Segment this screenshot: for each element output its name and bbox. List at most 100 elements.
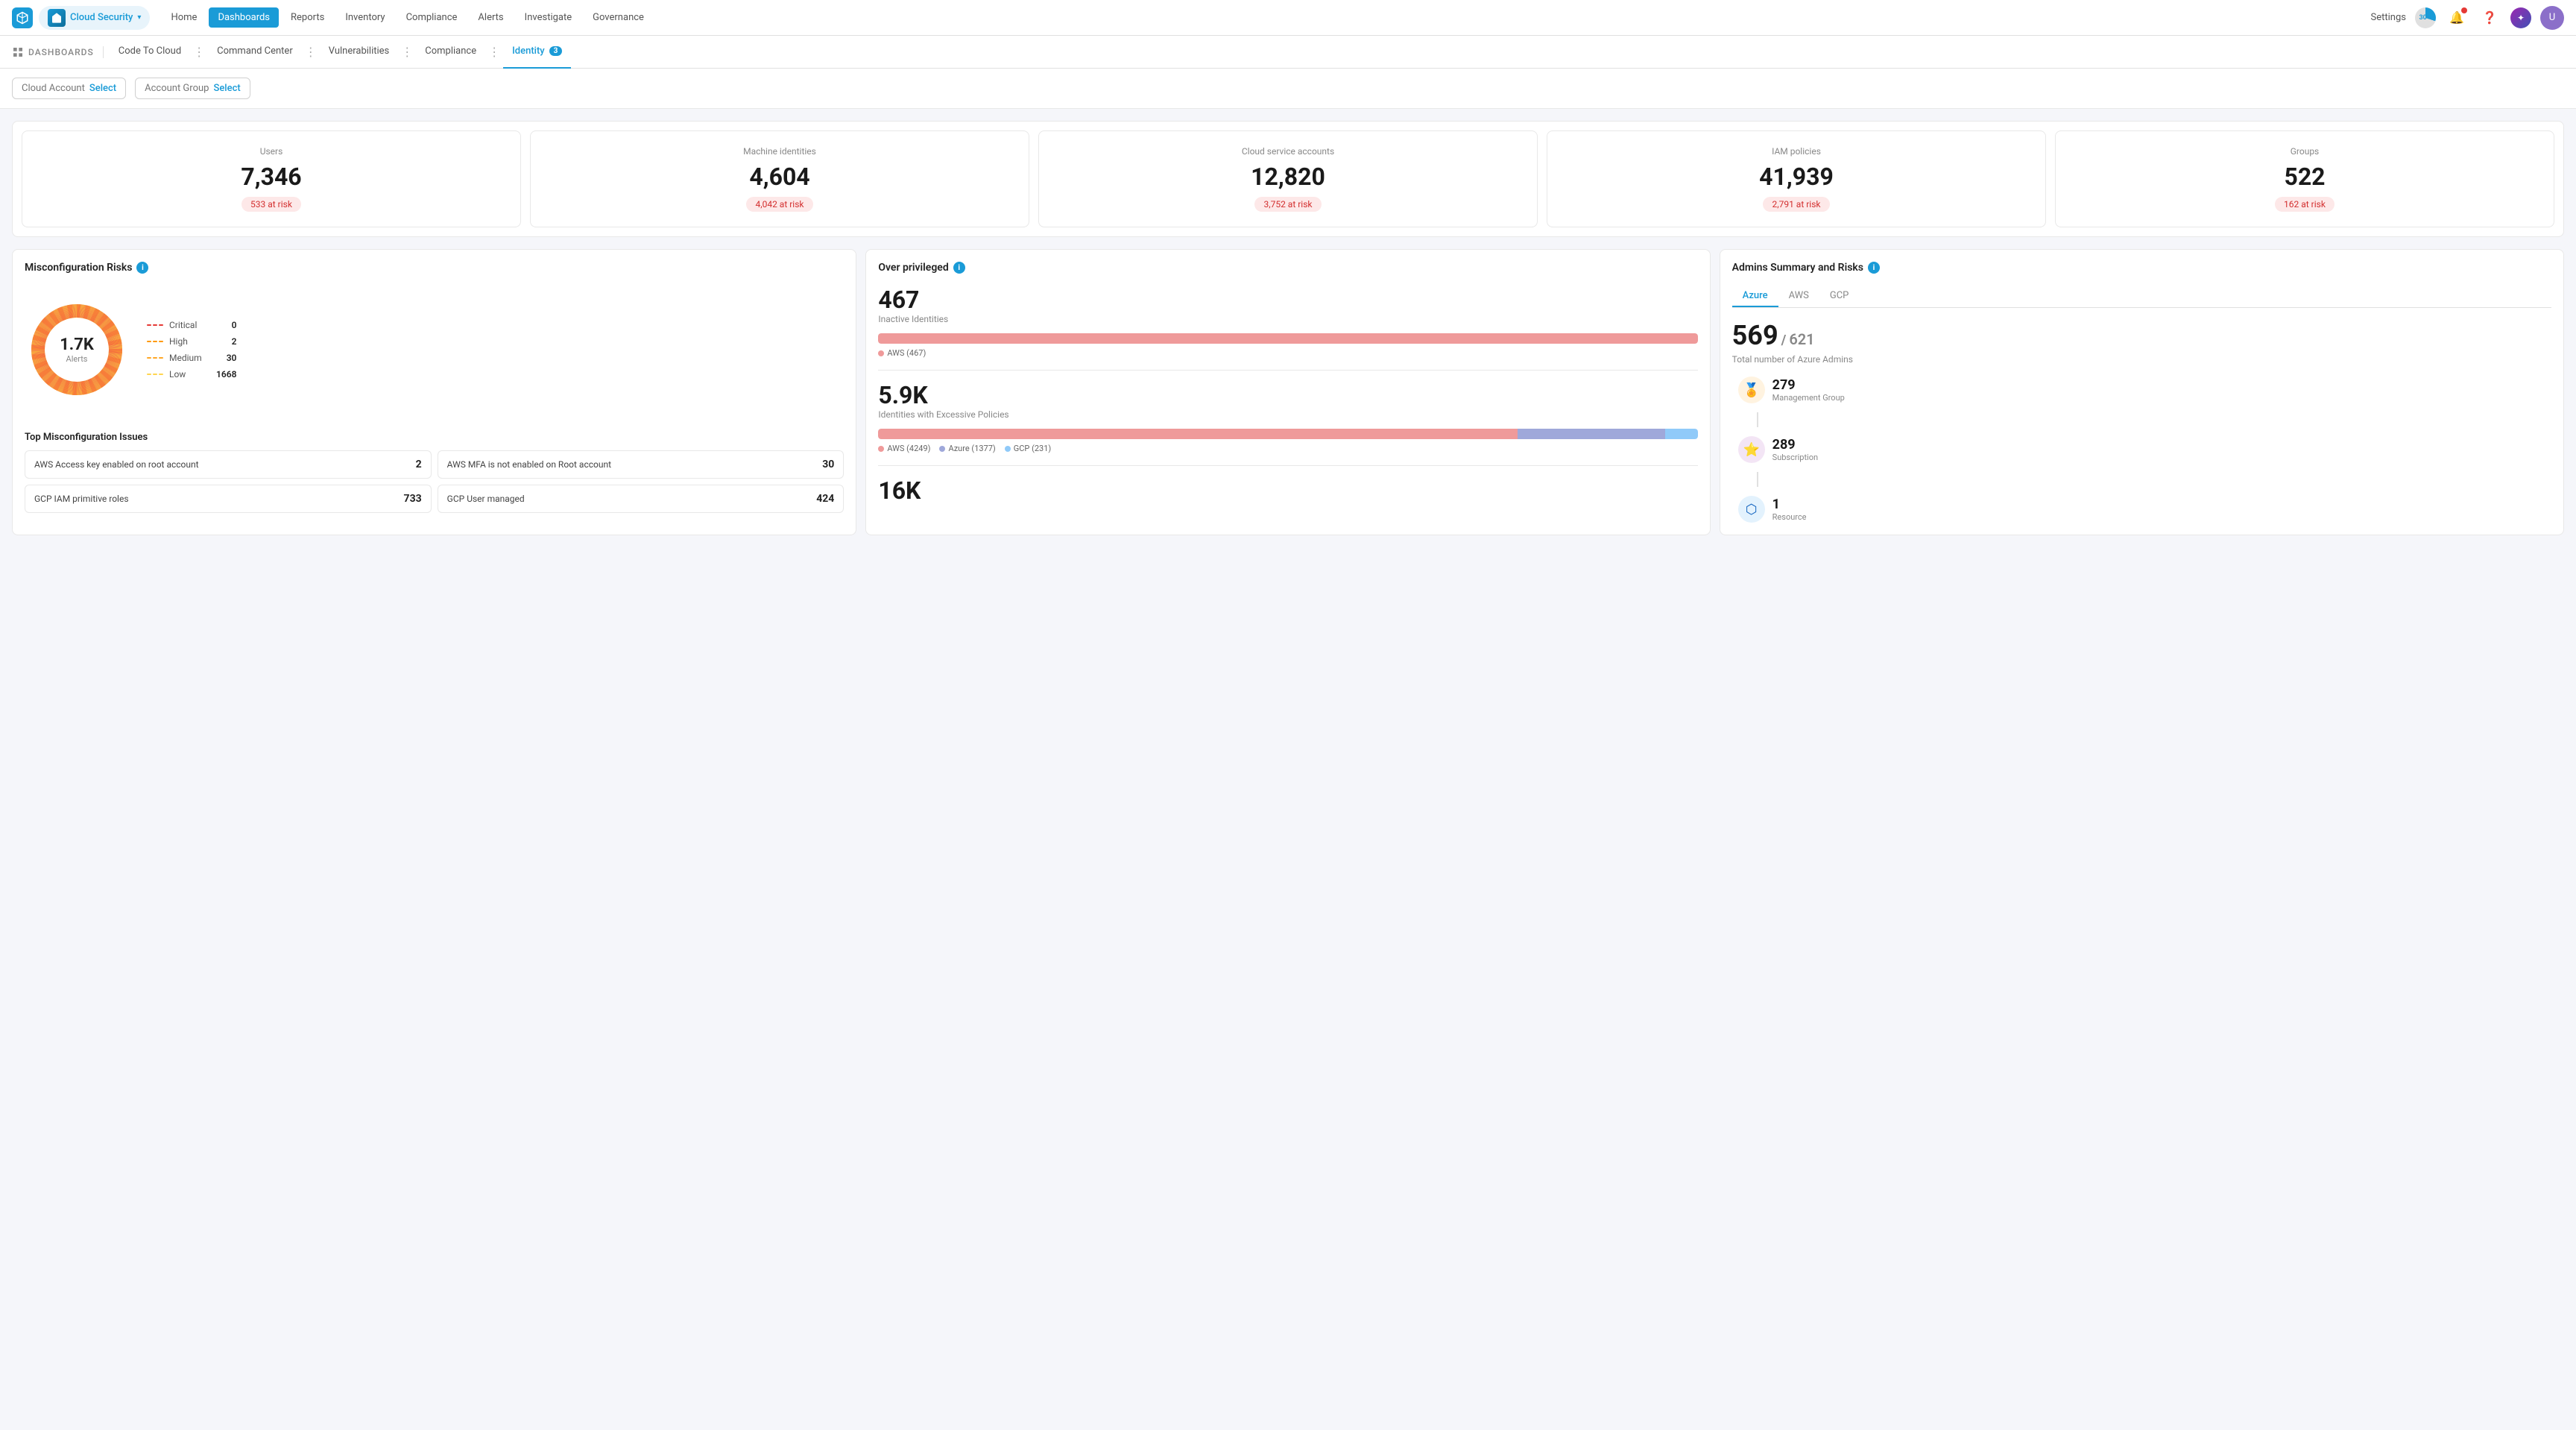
- nav-alerts[interactable]: Alerts: [469, 7, 512, 28]
- admin-tab-azure[interactable]: Azure: [1732, 286, 1778, 307]
- stat-card-users[interactable]: Users 7,346 533 at risk: [22, 130, 521, 227]
- nav-inventory[interactable]: Inventory: [336, 7, 394, 28]
- admin-tree-resource-info: 1 Resource: [1772, 497, 1807, 522]
- stat-machine-value: 4,604: [749, 163, 809, 191]
- excessive-count: 5.9K: [878, 381, 1697, 409]
- tab-dots-2[interactable]: ⋮: [398, 45, 416, 59]
- admin-sub-value: 289: [1772, 437, 1818, 453]
- admin-tab-gcp[interactable]: GCP: [1819, 286, 1860, 307]
- stat-groups-label: Groups: [2291, 146, 2320, 157]
- issue-card-3[interactable]: GCP User managed 424: [438, 485, 845, 513]
- inactive-legend-aws: AWS (467): [878, 348, 926, 358]
- divider-2: [878, 465, 1697, 466]
- chevron-down-icon: ▾: [137, 13, 141, 22]
- admin-total-value: 569: [1732, 320, 1778, 351]
- stat-card-machine[interactable]: Machine identities 4,604 4,042 at risk: [530, 130, 1029, 227]
- tab-command-center[interactable]: Command Center: [208, 36, 302, 69]
- over-privileged-info-icon[interactable]: i: [953, 262, 965, 274]
- excessive-dot-aws: [878, 446, 884, 452]
- stat-cards-row: Users 7,346 533 at risk Machine identiti…: [12, 121, 2564, 237]
- inactive-label: Inactive Identities: [878, 314, 1697, 324]
- stat-iam-label: IAM policies: [1772, 146, 1821, 157]
- admin-total-label: Total number of Azure Admins: [1732, 354, 2551, 365]
- stat-cloud-service-risk: 3,752 at risk: [1254, 197, 1321, 212]
- over-privileged-panel: Over privileged i 467 Inactive Identitie…: [865, 249, 1710, 535]
- brand-selector[interactable]: Cloud Security ▾: [39, 6, 150, 30]
- tree-connector-1: [1757, 412, 1758, 427]
- legend-low-name: Low: [169, 369, 210, 379]
- nav-investigate[interactable]: Investigate: [516, 7, 581, 28]
- settings-link[interactable]: Settings: [2371, 12, 2406, 23]
- excessive-legend-gcp: GCP (231): [1005, 444, 1051, 453]
- admin-tab-aws[interactable]: AWS: [1778, 286, 1819, 307]
- misconfig-info-icon[interactable]: i: [136, 262, 148, 274]
- top-issues-title: Top Misconfiguration Issues: [25, 432, 844, 443]
- divider-1: [878, 370, 1697, 371]
- admins-summary-panel: Admins Summary and Risks i Azure AWS GCP…: [1720, 249, 2564, 535]
- issue-card-2[interactable]: GCP IAM primitive roles 733: [25, 485, 432, 513]
- notifications-button[interactable]: 🔔: [2445, 6, 2469, 30]
- excessive-label-aws: AWS (4249): [887, 444, 930, 453]
- account-group-filter[interactable]: Account Group Select: [135, 78, 250, 99]
- notification-badge: [2461, 7, 2467, 13]
- tab-vulnerabilities[interactable]: Vulnerabilities: [320, 36, 399, 69]
- brand-icon: [48, 9, 66, 27]
- ai-assistant-button[interactable]: ✦: [2510, 7, 2531, 28]
- admin-tree-mgmt-info: 279 Management Group: [1772, 377, 1845, 403]
- stat-groups-value: 522: [2284, 163, 2325, 191]
- issue-count-3: 424: [816, 493, 834, 505]
- tab-dots-1[interactable]: ⋮: [302, 45, 320, 59]
- legend-medium-count: 30: [227, 353, 237, 363]
- excessive-legend-aws: AWS (4249): [878, 444, 930, 453]
- admin-mgmt-value: 279: [1772, 377, 1845, 393]
- tab-code-to-cloud[interactable]: Code To Cloud: [110, 36, 190, 69]
- excessive-seg-azure: [1518, 429, 1665, 439]
- stat-users-value: 7,346: [241, 163, 301, 191]
- issue-card-0[interactable]: AWS Access key enabled on root account 2: [25, 450, 432, 479]
- cloud-account-filter[interactable]: Cloud Account Select: [12, 78, 126, 99]
- admin-total-row: 569 / 621: [1732, 320, 2551, 351]
- inactive-legend-label: AWS (467): [887, 348, 926, 358]
- issue-card-1[interactable]: AWS MFA is not enabled on Root account 3…: [438, 450, 845, 479]
- nav-governance[interactable]: Governance: [584, 7, 653, 28]
- tab-dots-0[interactable]: ⋮: [190, 45, 208, 59]
- cloud-account-label: Cloud Account: [22, 83, 85, 94]
- excessive-bar-fill: [878, 429, 1697, 439]
- third-count: 16K: [878, 476, 1697, 505]
- issue-count-1: 30: [822, 459, 834, 470]
- nav-home[interactable]: Home: [162, 7, 206, 28]
- over-privileged-title: Over privileged i: [878, 262, 1697, 274]
- excessive-seg-aws: [878, 429, 1517, 439]
- stat-card-cloud-service[interactable]: Cloud service accounts 12,820 3,752 at r…: [1038, 130, 1538, 227]
- stat-iam-risk: 2,791 at risk: [1763, 197, 1829, 212]
- tab-compliance[interactable]: Compliance: [416, 36, 485, 69]
- admins-info-icon[interactable]: i: [1868, 262, 1880, 274]
- legend-critical: Critical 0: [147, 320, 236, 330]
- nav-right-actions: Settings 30% 🔔 ❓ ✦ U: [2371, 6, 2564, 30]
- filter-bar: Cloud Account Select Account Group Selec…: [0, 69, 2576, 109]
- stat-card-groups[interactable]: Groups 522 162 at risk: [2055, 130, 2554, 227]
- nav-reports[interactable]: Reports: [282, 7, 333, 28]
- tab-identity[interactable]: Identity 3: [503, 36, 571, 69]
- tab-dots-3[interactable]: ⋮: [485, 45, 503, 59]
- legend-critical-count: 0: [232, 320, 237, 330]
- donut-chart: 1.7K Alerts: [25, 297, 129, 402]
- admin-tree-resource: ⬡ 1 Resource: [1738, 496, 2551, 523]
- user-avatar[interactable]: U: [2540, 6, 2564, 30]
- app-logo[interactable]: [12, 7, 33, 28]
- nav-dashboards[interactable]: Dashboards: [209, 7, 279, 28]
- help-button[interactable]: ❓: [2478, 6, 2501, 30]
- legend-critical-name: Critical: [169, 320, 226, 330]
- admin-tree-mgmt: 🏅 279 Management Group: [1738, 377, 2551, 403]
- account-group-select: Select: [213, 83, 240, 94]
- inactive-bar-legend: AWS (467): [878, 348, 1697, 358]
- stat-cloud-service-label: Cloud service accounts: [1242, 146, 1334, 157]
- admins-title: Admins Summary and Risks i: [1732, 262, 2551, 274]
- subscription-icon: ⭐: [1738, 436, 1765, 463]
- admin-tree: 🏅 279 Management Group ⭐ 289 Subscriptio…: [1732, 377, 2551, 523]
- excessive-dot-gcp: [1005, 446, 1011, 452]
- issues-grid: AWS Access key enabled on root account 2…: [25, 450, 844, 513]
- stat-card-iam[interactable]: IAM policies 41,939 2,791 at risk: [1547, 130, 2046, 227]
- admin-tree-sub: ⭐ 289 Subscription: [1738, 436, 2551, 463]
- nav-compliance[interactable]: Compliance: [397, 7, 467, 28]
